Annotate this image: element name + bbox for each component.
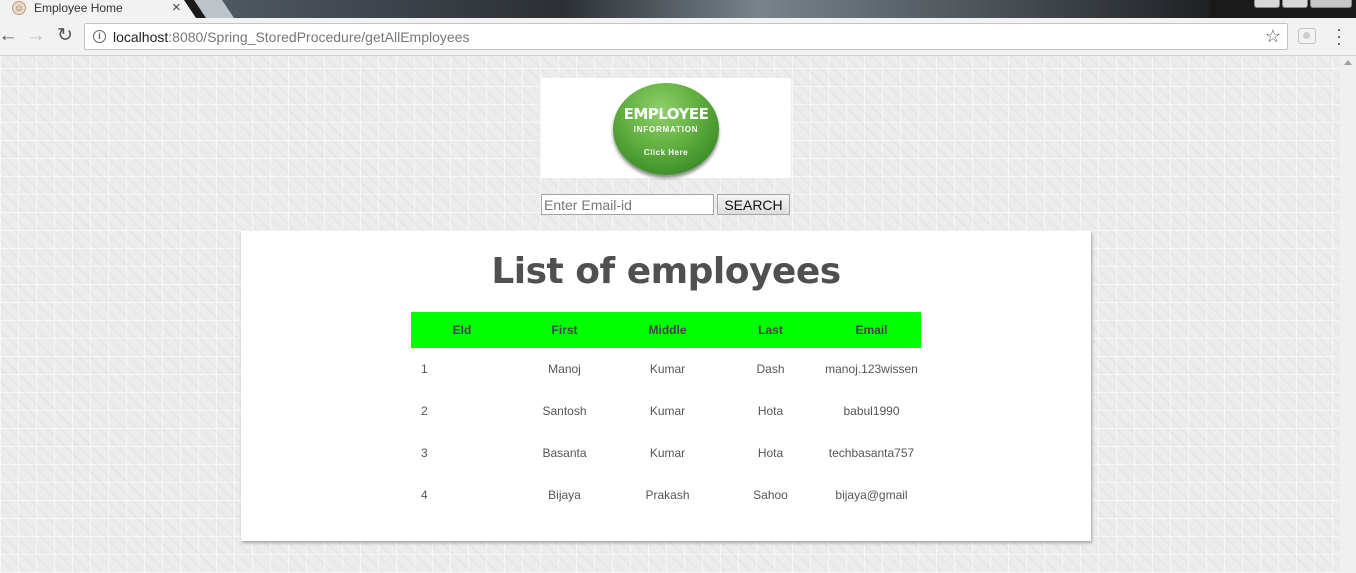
logo-line-3: Click Here bbox=[643, 148, 689, 157]
cell-middle: Kumar bbox=[649, 446, 686, 460]
maximize-button[interactable] bbox=[1282, 0, 1308, 8]
cell-last: Sahoo bbox=[753, 488, 788, 502]
tab-close-icon[interactable]: × bbox=[172, 0, 181, 16]
favicon-icon: ☺ bbox=[12, 1, 26, 15]
address-bar[interactable]: i localhost:8080/Spring_StoredProcedure/… bbox=[84, 23, 1288, 50]
extension-icon[interactable] bbox=[1298, 28, 1316, 44]
info-icon[interactable]: i bbox=[93, 30, 106, 43]
minimize-button[interactable] bbox=[1254, 0, 1280, 8]
column-header-middle: Middle bbox=[616, 312, 719, 348]
employee-table: EId First Middle Last Email 1 Manoj Kuma… bbox=[411, 312, 921, 516]
table-row: 1 Manoj Kumar Dash manoj.123wissen bbox=[411, 348, 921, 390]
star-icon[interactable]: ☆ bbox=[1265, 26, 1281, 47]
tab-strip: ☺ Employee Home × bbox=[0, 0, 1356, 18]
cell-eid: 2 bbox=[421, 404, 428, 418]
menu-icon[interactable]: · · · bbox=[1334, 20, 1344, 52]
column-header-last: Last bbox=[719, 312, 822, 348]
back-arrow-icon[interactable]: ← bbox=[0, 26, 18, 47]
logo-line-1: EMPLOYEE bbox=[623, 105, 709, 123]
cell-middle: Kumar bbox=[649, 404, 686, 418]
employee-information-button[interactable]: EMPLOYEE INFORMATION Click Here bbox=[613, 83, 719, 175]
cell-email: bijaya@gmail bbox=[835, 488, 908, 502]
window-close-button[interactable] bbox=[1310, 0, 1352, 8]
employee-list-card: List of employees EId First Middle Last … bbox=[241, 231, 1091, 541]
browser-tab[interactable]: ☺ Employee Home × bbox=[0, 0, 196, 18]
column-header-first: First bbox=[513, 312, 616, 348]
table-row: 3 Basanta Kumar Hota techbasanta757 bbox=[411, 432, 921, 474]
cell-eid: 4 bbox=[421, 488, 428, 502]
table-row: 4 Bijaya Prakash Sahoo bijaya@gmail bbox=[411, 474, 921, 516]
cell-first: Santosh bbox=[542, 404, 587, 418]
cell-last: Hota bbox=[757, 446, 784, 460]
cell-first: Basanta bbox=[542, 446, 587, 460]
logo-line-2: INFORMATION bbox=[633, 125, 699, 134]
forward-arrow-icon[interactable]: → bbox=[26, 26, 46, 47]
page-viewport: EMPLOYEE INFORMATION Click Here SEARCH L… bbox=[0, 56, 1356, 573]
cell-last: Hota bbox=[757, 404, 784, 418]
logo-banner: EMPLOYEE INFORMATION Click Here bbox=[541, 78, 791, 178]
email-search-input[interactable] bbox=[541, 194, 714, 215]
cell-middle: Kumar bbox=[649, 362, 686, 376]
window-controls bbox=[1254, 0, 1352, 8]
scroll-up-arrow-icon[interactable] bbox=[1344, 60, 1352, 65]
cell-first: Bijaya bbox=[548, 488, 581, 502]
table-row: 2 Santosh Kumar Hota babul1990 bbox=[411, 390, 921, 432]
cell-email: manoj.123wissen bbox=[825, 362, 918, 376]
cell-email: babul1990 bbox=[843, 404, 900, 418]
cell-eid: 1 bbox=[421, 362, 428, 376]
search-button[interactable]: SEARCH bbox=[717, 194, 790, 215]
reload-icon[interactable]: ↻ bbox=[55, 26, 75, 47]
url-host: localhost bbox=[113, 29, 169, 45]
tab-strip-background bbox=[210, 0, 1210, 18]
column-header-eid: EId bbox=[411, 312, 513, 348]
table-header-row: EId First Middle Last Email bbox=[411, 312, 921, 348]
page-title: List of employees bbox=[491, 251, 841, 292]
url-text[interactable]: localhost:8080/Spring_StoredProcedure/ge… bbox=[113, 29, 469, 45]
cell-eid: 3 bbox=[421, 446, 428, 460]
cell-email: techbasanta757 bbox=[828, 446, 915, 460]
cell-last: Dash bbox=[756, 362, 785, 376]
tab-title: Employee Home bbox=[34, 1, 123, 15]
cell-first: Manoj bbox=[548, 362, 581, 376]
browser-toolbar: ← → ↻ i localhost:8080/Spring_StoredProc… bbox=[0, 18, 1356, 56]
cell-middle: Prakash bbox=[645, 488, 690, 502]
column-header-email: Email bbox=[822, 312, 921, 348]
url-path: :8080/Spring_StoredProcedure/getAllEmplo… bbox=[168, 29, 470, 45]
scrollbar[interactable] bbox=[1340, 56, 1356, 573]
